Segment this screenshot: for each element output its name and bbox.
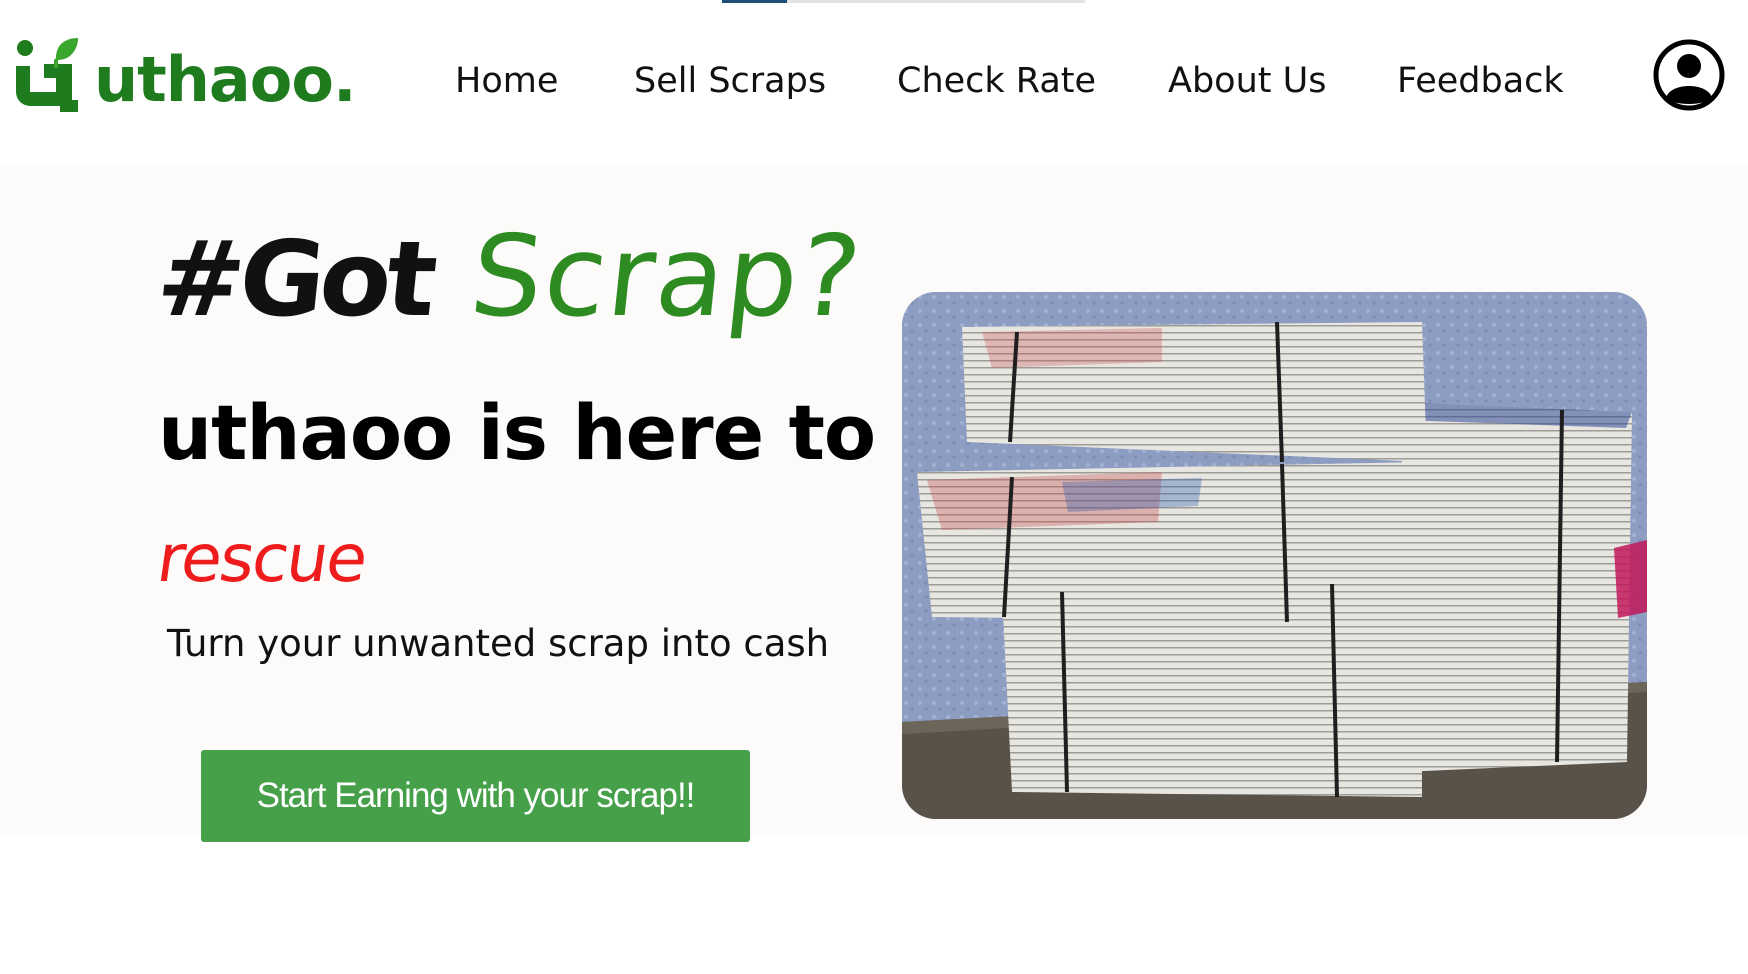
progress-bar-fill (722, 0, 788, 3)
user-circle-icon (1653, 39, 1725, 111)
hero-headline: uthaoo is here to (158, 388, 876, 477)
brand-name: uthaoo. (94, 43, 356, 116)
hero-subtext: Turn your unwanted scrap into cash (167, 622, 830, 665)
nav-item-about-us[interactable]: About Us (1168, 56, 1326, 106)
page: uthaoo. Home Sell Scraps Check Rate Abou… (0, 0, 1748, 974)
hero-tagline: #Got Scrap? (151, 212, 868, 342)
nav-item-feedback[interactable]: Feedback (1397, 56, 1564, 106)
nav-item-home[interactable]: Home (455, 56, 558, 106)
tagline-got: #Got (151, 218, 438, 340)
nav-item-check-rate[interactable]: Check Rate (897, 56, 1096, 106)
newspaper-stack-image (902, 292, 1647, 819)
user-profile-button[interactable] (1652, 38, 1726, 112)
newspaper-bundles-illustration (902, 292, 1647, 819)
hero-highlight-word: rescue (152, 520, 371, 597)
tagline-scrap: Scrap? (464, 212, 869, 342)
recycle-person-leaf-icon (16, 38, 78, 112)
page-load-progress-bar (722, 0, 1085, 3)
start-earning-button[interactable]: Start Earning with your scrap!! (201, 750, 750, 842)
nav-item-sell-scraps[interactable]: Sell Scraps (634, 56, 826, 106)
brand-logo[interactable]: uthaoo. (14, 38, 356, 118)
site-header: uthaoo. Home Sell Scraps Check Rate Abou… (0, 0, 1748, 164)
